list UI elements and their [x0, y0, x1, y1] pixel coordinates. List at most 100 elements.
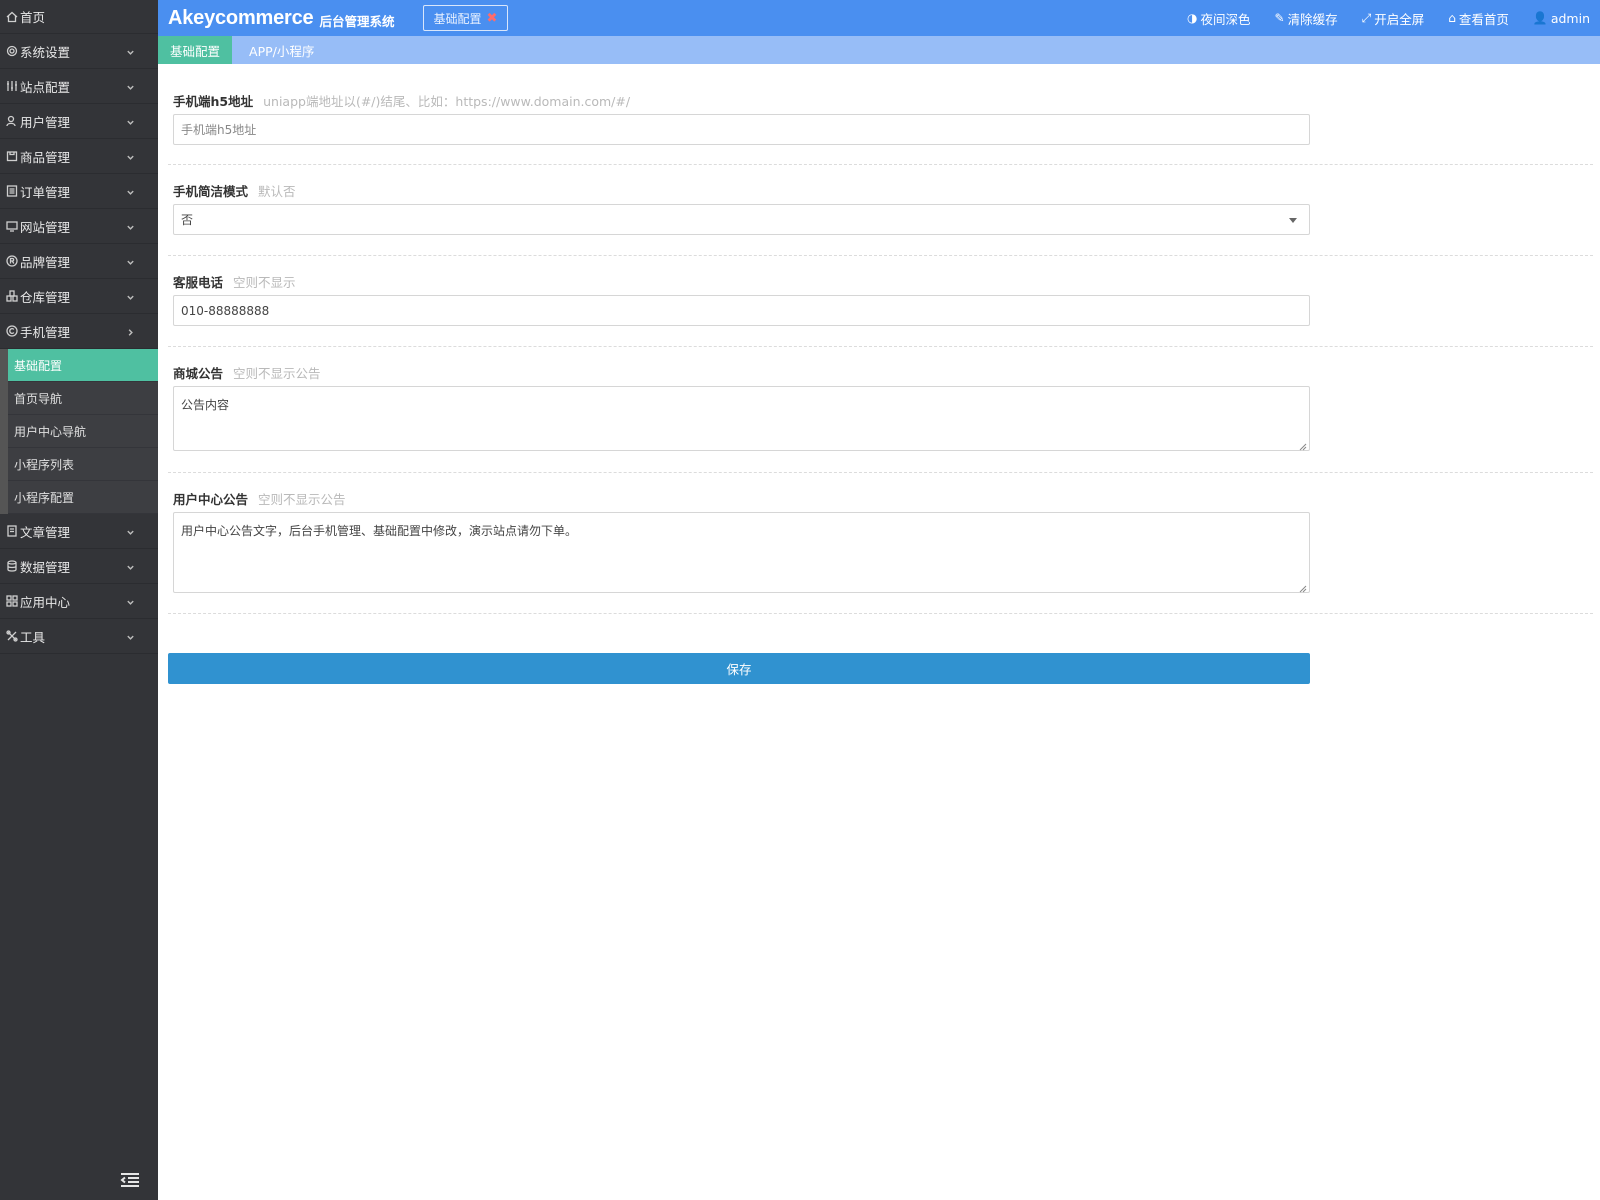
save-button[interactable]: 保存: [168, 653, 1310, 684]
database-icon: [5, 559, 19, 573]
fullscreen-label: 开启全屏: [1374, 11, 1425, 27]
textarea-value: 公告内容: [181, 398, 230, 412]
sidebar-item-label: 系统设置: [20, 44, 71, 60]
collapse-sidebar-icon[interactable]: [120, 1172, 140, 1188]
caret-down-icon: [1289, 217, 1297, 223]
open-page-tab-label: 基础配置: [433, 11, 482, 26]
mobile-submenu: 基础配置 首页导航 用户中心导航 小程序列表 小程序配置: [0, 349, 158, 514]
close-icon[interactable]: ✖: [487, 11, 498, 26]
tab-basic-config[interactable]: 基础配置: [158, 36, 233, 64]
open-page-tab[interactable]: 基础配置 ✖: [422, 5, 509, 31]
sidebar: 首页 系统设置 站点配置 用户管理 商品管理 订单管理 网站管理 品牌管理 仓库…: [0, 0, 158, 1200]
admin-user-button[interactable]: 👤 admin: [1533, 11, 1590, 26]
resize-handle-icon[interactable]: [1299, 582, 1307, 593]
home-icon: [5, 10, 19, 24]
sidebar-item-label: 商品管理: [20, 149, 71, 165]
brand-subtitle: 后台管理系统: [319, 13, 395, 29]
night-mode-label: 夜间深色: [1200, 11, 1251, 27]
article-icon: [5, 524, 19, 538]
form-group-phone: 客服电话 空则不显示 010-88888888: [168, 256, 1593, 347]
sidebar-item-label: 应用中心: [20, 594, 71, 610]
clear-cache-label: 清除缓存: [1287, 11, 1338, 27]
sidebar-item-label: 品牌管理: [20, 254, 71, 270]
chevron-down-icon: [126, 46, 136, 56]
field-label: 商城公告: [173, 366, 224, 381]
chevron-down-icon: [126, 151, 136, 161]
contrast-icon: ◑: [1187, 11, 1198, 25]
header-actions: ◑ 夜间深色 ✎ 清除缓存 ⤢ 开启全屏 ⌂ 查看首页 👤 admin: [1163, 0, 1590, 36]
sidebar-subitem-miniprogram-config[interactable]: 小程序配置: [8, 481, 158, 514]
fullscreen-button[interactable]: ⤢ 开启全屏: [1362, 9, 1425, 28]
sidebar-item-orders[interactable]: 订单管理: [0, 174, 158, 209]
sidebar-subitem-home-nav[interactable]: 首页导航: [8, 382, 158, 415]
tools-icon: [5, 629, 19, 643]
sidebar-item-apps[interactable]: 应用中心: [0, 584, 158, 619]
user-icon: [5, 114, 19, 128]
sidebar-item-goods[interactable]: 商品管理: [0, 139, 158, 174]
sliders-icon: [5, 79, 19, 93]
label-row: 用户中心公告 空则不显示公告: [173, 489, 346, 508]
sidebar-item-brand[interactable]: 品牌管理: [0, 244, 158, 279]
field-label: 用户中心公告: [173, 492, 249, 507]
chevron-down-icon: [126, 561, 136, 571]
sidebar-item-users[interactable]: 用户管理: [0, 104, 158, 139]
label-row: 客服电话 空则不显示: [173, 272, 296, 291]
sidebar-item-warehouse[interactable]: 仓库管理: [0, 279, 158, 314]
tab-app-miniprogram[interactable]: APP/小程序: [237, 36, 326, 64]
warehouse-icon: [5, 289, 19, 303]
form-group-h5: 手机端h5地址 uniapp端地址以(#/)结尾、比如：https://www.…: [168, 64, 1593, 165]
chevron-down-icon: [126, 526, 136, 536]
config-tabs: 基础配置 APP/小程序: [158, 36, 1600, 64]
sidebar-item-label: 手机管理: [20, 324, 71, 340]
field-hint: 空则不显示: [233, 275, 296, 290]
textarea-value: 用户中心公告文字，后台手机管理、基础配置中修改，演示站点请勿下单。: [181, 524, 578, 538]
sidebar-item-site[interactable]: 站点配置: [0, 69, 158, 104]
service-phone-input[interactable]: 010-88888888: [173, 295, 1310, 326]
field-hint: 空则不显示公告: [233, 366, 321, 381]
form-group-user-notice: 用户中心公告 空则不显示公告 用户中心公告文字，后台手机管理、基础配置中修改，演…: [168, 473, 1593, 614]
resize-handle-icon[interactable]: [1299, 440, 1307, 451]
sidebar-item-data[interactable]: 数据管理: [0, 549, 158, 584]
sidebar-item-articles[interactable]: 文章管理: [0, 514, 158, 549]
sidebar-item-label: 用户管理: [20, 114, 71, 130]
sidebar-item-home[interactable]: 首页: [0, 0, 158, 34]
sidebar-item-label: 工具: [20, 629, 46, 645]
chevron-down-icon: [126, 596, 136, 606]
form-group-simple-mode: 手机简洁模式 默认否 否: [168, 165, 1593, 256]
field-hint: 默认否: [258, 184, 296, 199]
field-hint: 空则不显示公告: [258, 492, 346, 507]
sidebar-item-website[interactable]: 网站管理: [0, 209, 158, 244]
sidebar-subitem-miniprogram-list[interactable]: 小程序列表: [8, 448, 158, 481]
chevron-down-icon: [126, 186, 136, 196]
sidebar-subitem-user-center-nav[interactable]: 用户中心导航: [8, 415, 158, 448]
user-center-notice-textarea[interactable]: 用户中心公告文字，后台手机管理、基础配置中修改，演示站点请勿下单。: [173, 512, 1310, 593]
chevron-down-icon: [126, 116, 136, 126]
sidebar-item-label: 首页: [20, 10, 46, 25]
mall-notice-textarea[interactable]: 公告内容: [173, 386, 1310, 451]
view-home-button[interactable]: ⌂ 查看首页: [1448, 9, 1509, 28]
admin-user-label: admin: [1550, 10, 1590, 26]
h5-url-input[interactable]: 手机端h5地址: [173, 114, 1310, 145]
label-row: 商城公告 空则不显示公告: [173, 363, 321, 382]
sidebar-item-tools[interactable]: 工具: [0, 619, 158, 654]
sidebar-subitem-basic-config[interactable]: 基础配置: [8, 349, 158, 382]
sidebar-item-label: 文章管理: [20, 524, 71, 540]
field-label: 客服电话: [173, 275, 224, 290]
field-label: 手机简洁模式: [173, 184, 249, 199]
chevron-down-icon: [126, 221, 136, 231]
select-value: 否: [181, 213, 194, 227]
field-hint: uniapp端地址以(#/)结尾、比如：https://www.domain.c…: [263, 94, 631, 109]
chevron-down-icon: [126, 291, 136, 301]
night-mode-button[interactable]: ◑ 夜间深色: [1187, 9, 1251, 28]
chevron-down-icon: [126, 81, 136, 91]
clear-cache-button[interactable]: ✎ 清除缓存: [1275, 9, 1338, 28]
apps-icon: [5, 594, 19, 608]
sidebar-item-system[interactable]: 系统设置: [0, 34, 158, 69]
chevron-right-icon: [126, 326, 136, 336]
chevron-down-icon: [126, 256, 136, 266]
sidebar-item-label: 数据管理: [20, 559, 71, 575]
form-group-notice: 商城公告 空则不显示公告 公告内容: [168, 347, 1593, 473]
simple-mode-select[interactable]: 否: [173, 204, 1310, 235]
sidebar-item-mobile[interactable]: 手机管理: [0, 314, 158, 349]
label-row: 手机简洁模式 默认否: [173, 181, 296, 200]
